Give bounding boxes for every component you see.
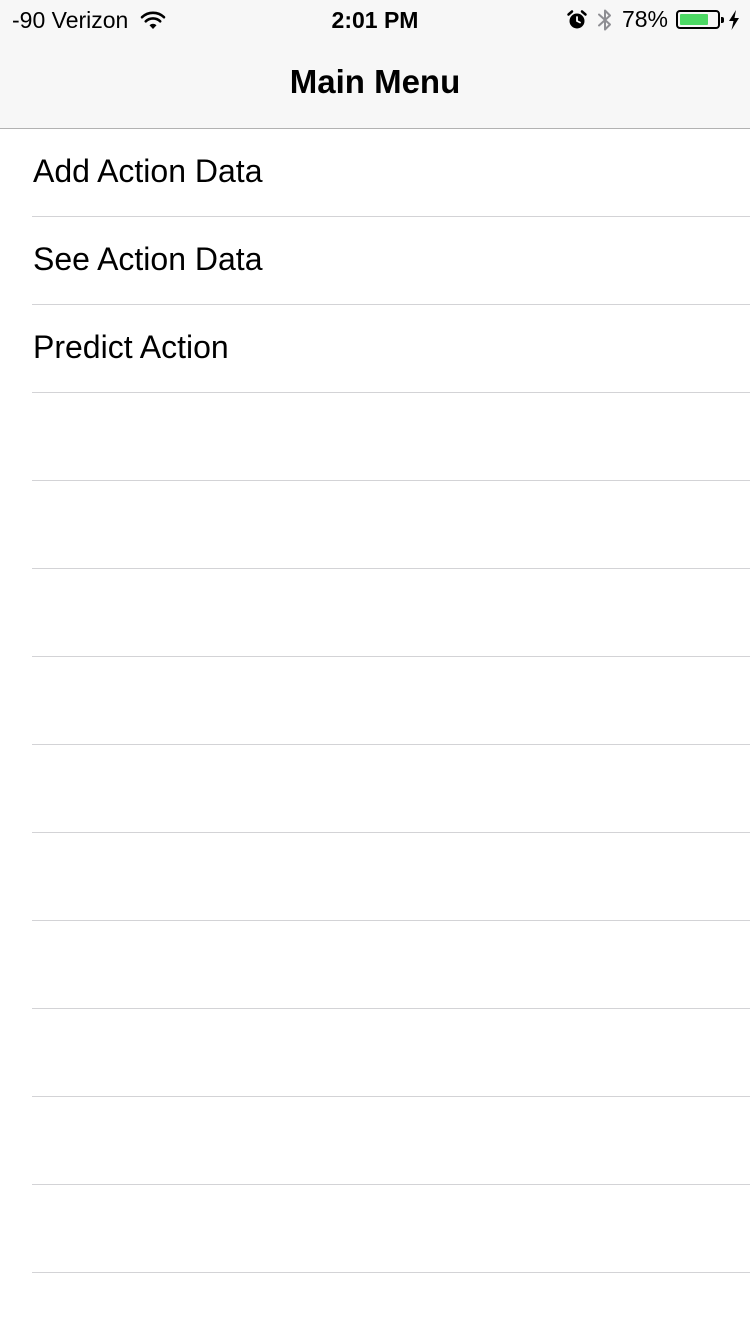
battery-percent: 78%	[621, 6, 668, 32]
empty-table-row	[32, 481, 750, 569]
screen: -90 Verizon 2:01 PM 78% Main Menu Add Ac…	[0, 0, 750, 1334]
empty-table-row	[32, 393, 750, 481]
menu-item-add-action-data[interactable]: Add Action Data	[32, 129, 750, 217]
empty-table-row	[32, 1009, 750, 1097]
empty-table-row	[32, 657, 750, 745]
battery-nub	[721, 17, 724, 23]
menu-item-label: Predict Action	[33, 329, 229, 365]
empty-table-row	[32, 1097, 750, 1185]
alarm-icon	[566, 9, 588, 31]
status-bar: -90 Verizon 2:01 PM 78%	[0, 0, 750, 40]
menu-table: Add Action Data See Action Data Predict …	[0, 129, 750, 1273]
battery-icon	[676, 10, 724, 29]
bluetooth-icon	[596, 7, 614, 33]
empty-table-row	[32, 569, 750, 657]
navigation-bar: Main Menu	[0, 40, 750, 129]
empty-table-row	[32, 833, 750, 921]
page-title: Main Menu	[289, 63, 461, 100]
charging-icon	[728, 9, 740, 30]
status-right: 78%	[566, 6, 740, 33]
menu-item-predict-action[interactable]: Predict Action	[32, 305, 750, 393]
empty-table-row	[32, 1185, 750, 1273]
menu-item-label: Add Action Data	[33, 153, 263, 189]
empty-table-row	[32, 921, 750, 1009]
empty-table-row	[32, 745, 750, 833]
menu-item-see-action-data[interactable]: See Action Data	[32, 217, 750, 305]
battery-fill	[680, 14, 709, 25]
menu-item-label: See Action Data	[33, 241, 263, 277]
